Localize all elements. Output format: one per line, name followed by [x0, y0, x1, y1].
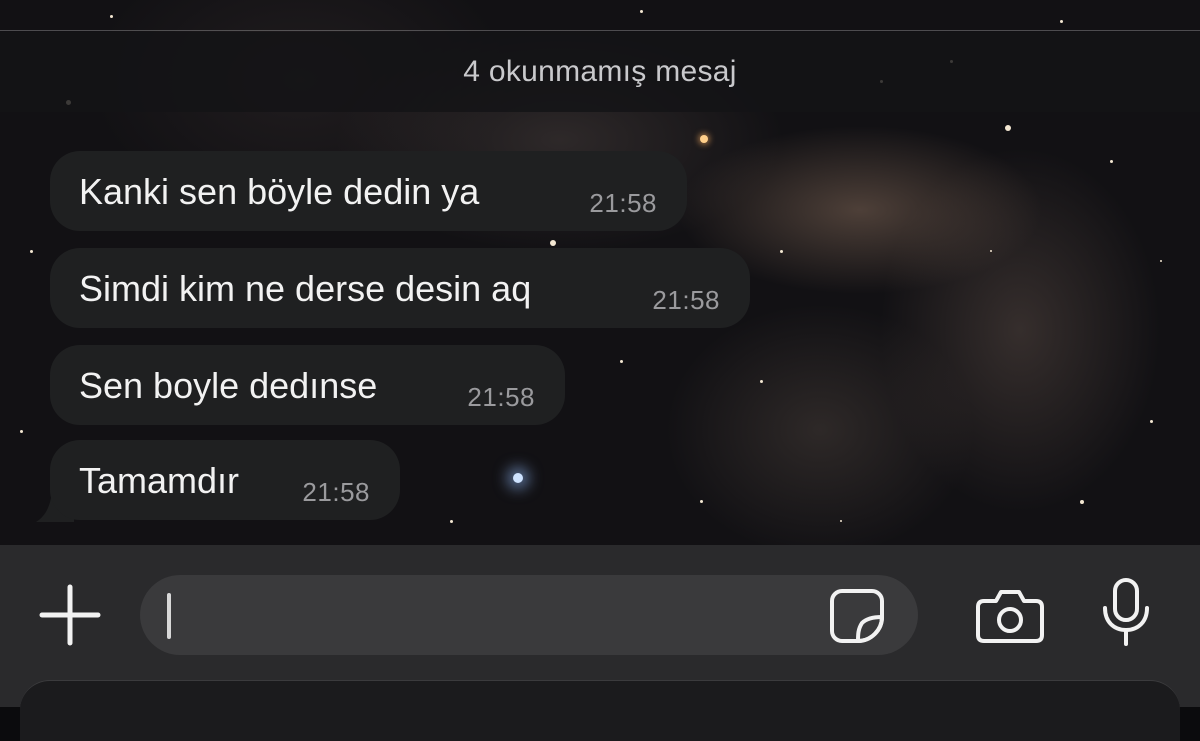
message-text: Simdi kim ne derse desin aq: [79, 268, 532, 309]
message-text: Kanki sen böyle dedin ya: [79, 171, 480, 212]
text-caret: [167, 593, 171, 639]
star: [700, 135, 708, 143]
message-text: Tamamdır: [79, 460, 240, 501]
star: [450, 520, 453, 523]
unread-banner: 4 okunmamış mesaj: [0, 32, 1200, 112]
star: [550, 240, 556, 246]
star: [110, 15, 113, 18]
camera-button[interactable]: [972, 585, 1048, 647]
message-time: 21:58: [467, 382, 535, 412]
star: [513, 473, 523, 483]
star: [1110, 160, 1113, 163]
sticker-button[interactable]: [826, 585, 888, 647]
divider: [0, 30, 1200, 31]
star: [20, 430, 23, 433]
star: [1160, 260, 1162, 262]
microphone-icon: [1103, 578, 1149, 646]
message-bubble[interactable]: Simdi kim ne derse desin aq 21:58: [50, 248, 750, 328]
voice-record-button[interactable]: [1098, 575, 1154, 649]
star: [700, 500, 703, 503]
star: [1060, 20, 1063, 23]
star: [1150, 420, 1153, 423]
message-bubble[interactable]: Kanki sen böyle dedin ya 21:58: [50, 151, 687, 231]
attach-button[interactable]: [38, 583, 102, 647]
star: [990, 250, 992, 252]
message-bubble[interactable]: Tamamdır 21:58: [50, 440, 400, 520]
star: [1080, 500, 1084, 504]
star: [640, 10, 643, 13]
keyboard-panel-edge: [20, 680, 1180, 741]
star: [30, 250, 33, 253]
camera-icon: [976, 590, 1044, 643]
message-time: 21:58: [302, 477, 370, 507]
message-bubble[interactable]: Sen boyle dedınse 21:58: [50, 345, 565, 425]
star: [840, 520, 842, 522]
plus-icon: [39, 584, 101, 646]
message-input[interactable]: [140, 575, 918, 655]
message-time: 21:58: [652, 285, 720, 315]
star: [620, 360, 623, 363]
message-text: Sen boyle dedınse: [79, 365, 378, 406]
star: [780, 250, 783, 253]
star: [1005, 125, 1011, 131]
sticker-icon: [830, 589, 884, 643]
star: [760, 380, 763, 383]
message-time: 21:58: [589, 188, 657, 218]
unread-count-text: 4 okunmamış mesaj: [463, 55, 737, 88]
composer-bar: [0, 545, 1200, 741]
